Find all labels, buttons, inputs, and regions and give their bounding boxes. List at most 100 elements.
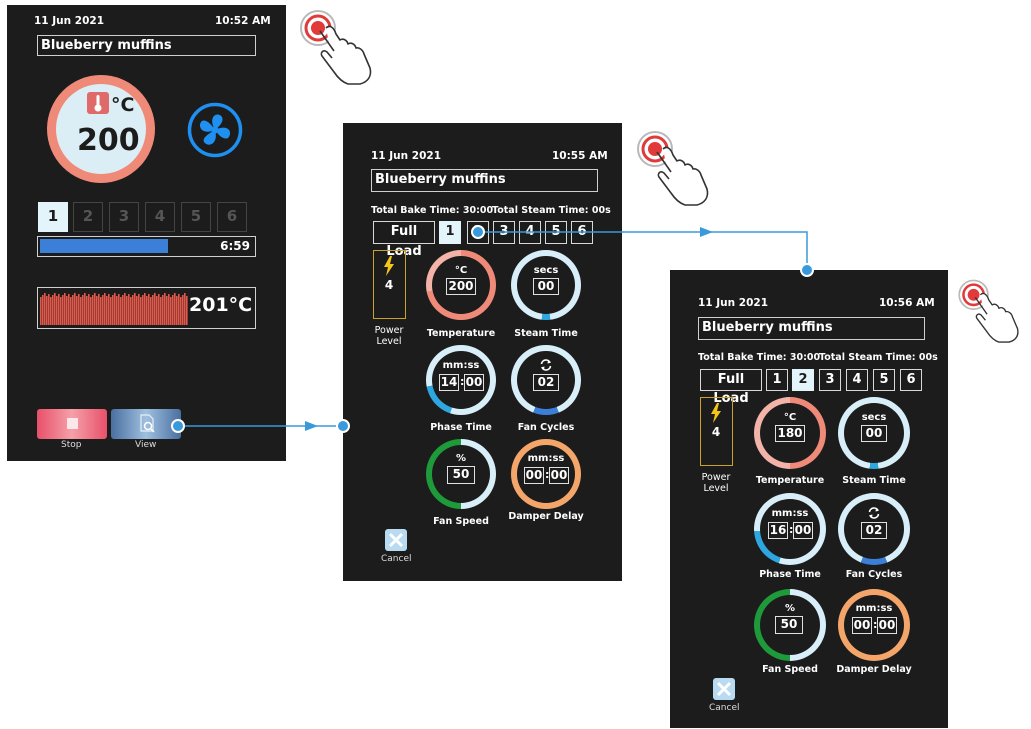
lightning-icon: [384, 256, 394, 276]
step-tab-1[interactable]: 1: [38, 202, 68, 232]
phase-minutes[interactable]: 14: [439, 374, 459, 391]
step-tab-2[interactable]: 2: [792, 369, 814, 391]
damper-minutes[interactable]: 00: [524, 467, 544, 484]
step-tab-4[interactable]: 4: [519, 221, 541, 244]
tap-hand-icon: [300, 10, 372, 85]
fan-speed-unit: %: [784, 603, 796, 614]
fan-speed-label: Fan Speed: [433, 516, 489, 527]
recipe-name: Blueberry muffins: [698, 317, 925, 340]
step-tab-3[interactable]: 3: [819, 369, 841, 391]
fan-cycle-icon: [540, 359, 552, 371]
cancel-button[interactable]: [713, 678, 735, 700]
step-tab-4[interactable]: 4: [846, 369, 868, 391]
fan-cycles-label: Fan Cycles: [517, 422, 575, 433]
total-steam-time: Total Steam Time: 00s: [819, 352, 938, 363]
phase-progress-bar: 6:59: [37, 236, 256, 257]
date: 11 Jun 2021: [698, 297, 769, 309]
current-temperature: 201°C: [189, 294, 253, 316]
thermometer-icon: [87, 92, 109, 114]
fan-cycles-value[interactable]: 02: [861, 522, 887, 539]
temperature-value: 200: [77, 123, 140, 158]
time: 10:55 AM: [552, 150, 608, 162]
steam-time-label: Steam Time: [842, 475, 906, 486]
date: 11 Jun 2021: [34, 15, 105, 27]
cancel-label: Cancel: [709, 703, 740, 713]
full-load-button[interactable]: Full Load: [700, 369, 762, 406]
phase-time-label: Phase Time: [759, 569, 821, 580]
step-tab-2[interactable]: 2: [467, 221, 489, 244]
damper-delay-label: Damper Delay: [508, 511, 584, 522]
step-tab-6[interactable]: 6: [571, 221, 593, 244]
step-tab-2[interactable]: 2: [73, 202, 103, 232]
step-tab-5[interactable]: 5: [181, 202, 211, 232]
total-steam-time: Total Steam Time: 00s: [492, 205, 611, 216]
full-load-button[interactable]: Full Load: [373, 221, 435, 259]
temperature-value[interactable]: 200: [446, 278, 476, 295]
fan-speed-value[interactable]: 50: [775, 616, 803, 634]
phase-seconds[interactable]: 00: [793, 522, 813, 539]
cancel-button[interactable]: [385, 529, 407, 551]
stop-icon: [67, 418, 78, 429]
step-tab-5[interactable]: 5: [873, 369, 895, 391]
stop-label: Stop: [61, 440, 82, 450]
damper-unit: mm:ss: [527, 453, 565, 464]
phase-seconds[interactable]: 00: [464, 374, 484, 391]
damper-seconds[interactable]: 00: [549, 467, 569, 484]
step-tab-6[interactable]: 6: [217, 202, 247, 232]
phase-settings-screen-step-2: 11 Jun 2021 10:56 AM Blueberry muffins T…: [670, 270, 948, 728]
step-tab-4[interactable]: 4: [145, 202, 175, 232]
recipe-name: Blueberry muffins: [37, 35, 256, 56]
step-tab-6[interactable]: 6: [900, 369, 922, 391]
power-level-box[interactable]: 4: [373, 250, 406, 319]
power-level-value: 4: [384, 278, 394, 292]
fan-cycle-icon: [868, 507, 880, 519]
steam-time-value[interactable]: 00: [861, 425, 887, 442]
temperature-label: Temperature: [755, 475, 825, 486]
fan-cycles-label: Fan Cycles: [845, 569, 903, 580]
total-bake-time: Total Bake Time: 30:00: [371, 205, 494, 216]
fan-icon[interactable]: [187, 102, 243, 158]
cancel-label: Cancel: [381, 554, 412, 564]
damper-seconds[interactable]: 00: [877, 617, 897, 634]
fan-cycles-value[interactable]: 02: [533, 374, 559, 391]
temperature-graph: 201°C: [37, 287, 256, 329]
fan-speed-unit: %: [455, 453, 467, 464]
step-tab-3[interactable]: 3: [493, 221, 515, 244]
damper-unit: mm:ss: [855, 603, 893, 614]
view-label: View: [135, 440, 157, 450]
temperature-unit: °C: [454, 265, 468, 276]
phase-settings-screen-step-1: 11 Jun 2021 10:55 AM Blueberry muffins T…: [343, 123, 622, 581]
power-level-box[interactable]: 4: [700, 397, 733, 466]
damper-delay-label: Damper Delay: [836, 664, 912, 675]
temperature-value[interactable]: 180: [775, 425, 805, 442]
phase-time-label: Phase Time: [430, 422, 492, 433]
power-level-value: 4: [711, 425, 721, 439]
step-tab-3[interactable]: 3: [109, 202, 139, 232]
date: 11 Jun 2021: [371, 150, 442, 162]
time: 10:52 AM: [215, 15, 271, 27]
phase-unit: mm:ss: [771, 508, 809, 519]
temperature-label: Temperature: [426, 328, 496, 339]
oven-run-screen: 11 Jun 2021 10:52 AM Blueberry muffins °…: [7, 5, 286, 461]
phase-unit: mm:ss: [442, 360, 480, 371]
temperature-unit: °C: [783, 412, 797, 423]
view-button[interactable]: [111, 409, 181, 439]
total-bake-time: Total Bake Time: 30:00: [698, 352, 821, 363]
step-tab-5[interactable]: 5: [545, 221, 567, 244]
steam-unit: secs: [533, 265, 559, 276]
step-tab-1[interactable]: 1: [766, 369, 788, 391]
time-remaining: 6:59: [220, 239, 250, 253]
phase-minutes[interactable]: 16: [768, 522, 788, 539]
temperature-graph-bars: [40, 293, 188, 325]
steam-time-value[interactable]: 00: [533, 278, 559, 295]
steam-unit: secs: [861, 412, 887, 423]
step-tab-1[interactable]: 1: [439, 221, 461, 244]
tap-hand-icon: [958, 279, 1019, 343]
stop-button[interactable]: [37, 409, 107, 439]
recipe-name: Blueberry muffins: [371, 169, 598, 192]
steam-time-label: Steam Time: [514, 328, 578, 339]
fan-speed-value[interactable]: 50: [447, 466, 475, 484]
power-level-label: Power Level: [701, 472, 731, 494]
damper-minutes[interactable]: 00: [852, 617, 872, 634]
lightning-icon: [711, 403, 721, 423]
